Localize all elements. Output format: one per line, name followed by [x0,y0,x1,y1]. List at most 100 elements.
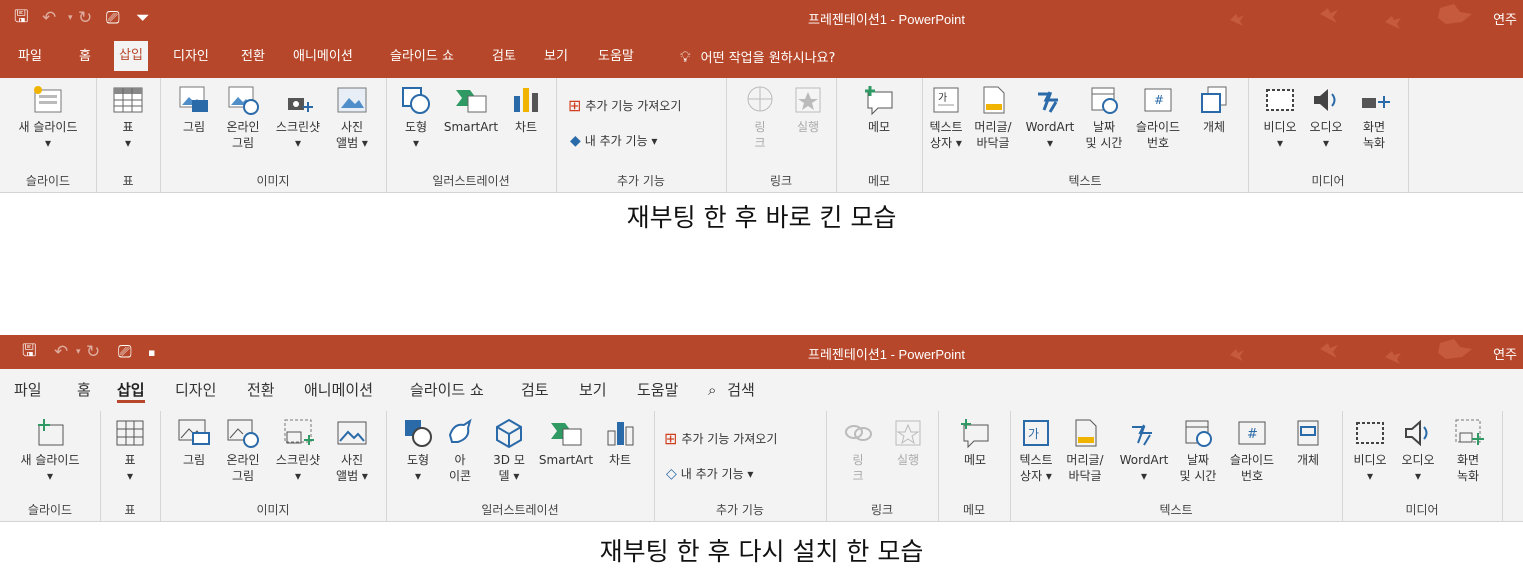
lightbulb-icon: 💡︎ [680,48,691,66]
new-slide-icon [38,419,64,446]
group-addins: ⊞ 추가 기능 가져오기 ◆ 내 추가 기능 ▾ 추가 기능 [556,78,727,192]
tab-home[interactable]: 홈 [77,369,91,411]
group-label-images: 이미지 [256,174,290,188]
group-label-comments: 메모 [962,503,986,517]
save-icon[interactable]: 🖫 [14,4,42,33]
table-button[interactable]: 표 ▾ [110,417,150,484]
tab-insert[interactable]: 삽입 [114,41,148,71]
tab-slideshow[interactable]: 슬라이드 쇼 [410,369,484,411]
header-footer-button[interactable]: 머리글/ 바닥글 [1060,417,1110,484]
link-button[interactable]: 링 크 [838,417,878,484]
search-icon: ⌕ [708,381,717,399]
link-globe-icon [747,86,773,112]
audio-button[interactable]: 오디오 ▾ [1304,84,1348,151]
tab-view[interactable]: 보기 [579,369,607,411]
textbox-button[interactable]: 가 텍스트 상자 ▾ [924,84,968,151]
link-button[interactable]: 링 크 [740,84,780,151]
icons-button[interactable]: 아 이콘 [440,417,480,484]
screen-record-button[interactable]: 화면 녹화 [1352,84,1396,151]
tab-review[interactable]: 검토 [521,369,549,411]
wordart-button[interactable]: WordArt ▾ [1114,417,1174,484]
tab-help[interactable]: 도움말 [598,36,634,78]
3d-models-button[interactable]: 3D 모 델 ▾ [486,417,532,484]
tab-transitions[interactable]: 전환 [247,369,275,411]
object-icon [1201,86,1227,113]
new-slide-button[interactable]: 새 슬라이드 ▾ [4,84,92,151]
tab-review[interactable]: 검토 [492,36,516,78]
tab-animations[interactable]: 애니메이션 [304,369,373,411]
tab-insert[interactable]: 삽입 [117,369,145,411]
redo-icon[interactable]: ↻ [78,8,106,28]
comment-button[interactable]: 메모 [954,417,996,468]
title-bar: 🖫 ↶ ▾ ↻ ⎚ ▪ 프레젠테이션1 - PowerPoint 연주 [0,335,1523,369]
undo-icon[interactable]: ↶ [54,342,76,362]
undo-dropdown-icon[interactable]: ▾ [76,347,86,357]
screenshot-button[interactable]: 스크린샷 ▾ [268,417,328,484]
my-addins-button[interactable]: ◇ 내 추가 기능 ▾ [666,465,753,482]
action-star-icon [895,420,921,446]
tell-me-box[interactable]: 💡︎ 어떤 작업을 원하시나요? [680,36,835,78]
screen-record-button[interactable]: 화면 녹화 [1446,417,1490,484]
audio-button[interactable]: 오디오 ▾ [1396,417,1440,484]
undo-icon[interactable]: ↶ [42,8,68,28]
tab-design[interactable]: 디자인 [173,36,209,78]
search-box[interactable]: ⌕ 검색 [708,369,755,411]
tab-help[interactable]: 도움말 [637,369,678,411]
video-button[interactable]: 비디오 ▾ [1348,417,1392,484]
date-time-button[interactable]: 날짜 및 시간 [1176,417,1220,484]
start-slideshow-icon[interactable]: ⎚ [118,342,148,362]
chart-button[interactable]: 차트 [600,417,640,468]
picture-button[interactable]: 그림 [174,84,214,135]
get-addins-button[interactable]: ⊞ 추가 기능 가져오기 [664,429,777,448]
date-time-button[interactable]: 날짜 및 시간 [1082,84,1126,151]
customize-qat-icon[interactable]: ▪ [148,346,168,359]
object-button[interactable]: 개체 [1192,84,1236,135]
group-label-text: 텍스트 [1159,503,1193,517]
group-label-tables: 표 [122,174,134,188]
object-button[interactable]: 개체 [1286,417,1330,468]
online-picture-button[interactable]: 온라인 그림 [218,417,268,484]
tab-slideshow[interactable]: 슬라이드 쇼 [390,36,454,78]
tab-transitions[interactable]: 전환 [241,36,265,78]
shapes-button[interactable]: 도형 ▾ [396,84,436,151]
my-addins-button[interactable]: ◆ 내 추가 기능 ▾ [570,132,657,149]
slide-number-button[interactable]: # 슬라이드 번호 [1128,84,1188,151]
tab-animations[interactable]: 애니메이션 [293,36,353,78]
textbox-button[interactable]: 가 텍스트 상자 ▾ [1014,417,1058,484]
get-addins-button[interactable]: ⊞ 추가 기능 가져오기 [568,96,681,115]
table-button[interactable]: 표 ▾ [108,84,148,151]
ribbon-insert: 새 슬라이드 ▾ 슬라이드 표 ▾ 표 그림 온라인 그림 스크린샷 ▾ 사진 … [0,78,1523,193]
undo-dropdown-icon[interactable]: ▾ [68,13,78,23]
redo-icon[interactable]: ↻ [86,342,118,362]
account-name[interactable]: 연주 [1493,344,1517,363]
account-name[interactable]: 연주 [1493,9,1517,28]
customize-qat-icon[interactable]: ⏷ [136,8,156,28]
photo-album-button[interactable]: 사진 앨범 ▾ [330,84,374,151]
start-slideshow-icon[interactable]: ⎚ [106,8,136,28]
photo-album-button[interactable]: 사진 앨범 ▾ [330,417,374,484]
screenshot-button[interactable]: 스크린샷 ▾ [268,84,328,151]
tab-file[interactable]: 파일 [18,36,42,78]
comment-button[interactable]: 메모 [858,84,900,135]
tab-view[interactable]: 보기 [544,36,568,78]
powerpoint-window-before: 🖫 ↶ ▾ ↻ ⎚ ⏷ 프레젠테이션1 - PowerPoint 연주 파일 홈… [0,0,1523,195]
tab-file[interactable]: 파일 [14,369,42,411]
tab-design[interactable]: 디자인 [175,369,216,411]
smartart-button[interactable]: SmartArt [438,84,504,135]
group-slides: 새 슬라이드 ▾ 슬라이드 [0,411,101,521]
video-button[interactable]: 비디오 ▾ [1258,84,1302,151]
save-icon[interactable]: 🖫 [22,338,54,367]
header-footer-button[interactable]: 머리글/ 바닥글 [968,84,1018,151]
online-picture-button[interactable]: 온라인 그림 [218,84,268,151]
tab-home[interactable]: 홈 [79,36,91,78]
action-button[interactable]: 실행 [888,417,928,468]
chart-button[interactable]: 차트 [506,84,546,135]
picture-button[interactable]: 그림 [174,417,214,468]
shapes-button[interactable]: 도형 ▾ [398,417,438,484]
slide-number-button[interactable]: # 슬라이드 번호 [1222,417,1282,484]
action-button[interactable]: 실행 [788,84,828,135]
new-slide-button[interactable]: 새 슬라이드 ▾ [6,417,94,484]
calendar-icon [1091,87,1118,114]
wordart-button[interactable]: WordArt ▾ [1020,84,1080,151]
smartart-button[interactable]: SmartArt [534,417,598,468]
